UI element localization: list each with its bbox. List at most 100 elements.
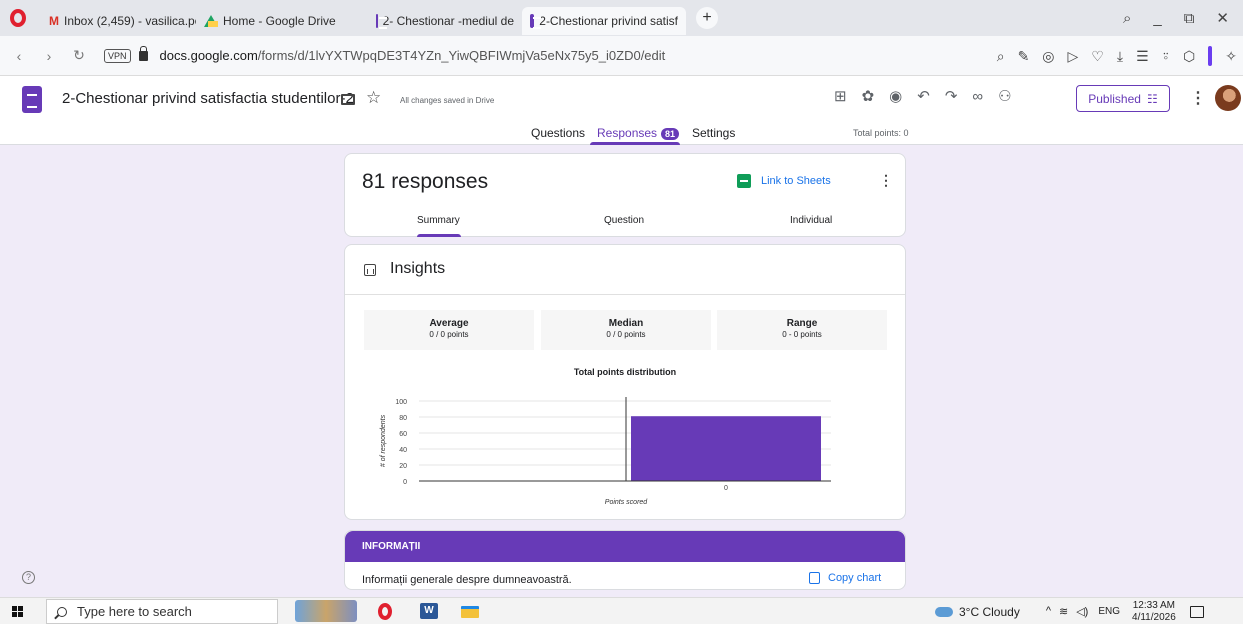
cloud-weather-icon [935, 606, 953, 617]
y-tick-label: 80 [399, 415, 407, 422]
preview-eye-icon[interactable]: ◉ [889, 87, 902, 105]
header-tools: ⊞ ✿ ◉ ↶ ↷ ∞ ⚇ [834, 87, 1012, 106]
url-field[interactable]: docs.google.com/forms/d/1lvYXTWpqDE3T4YZ… [160, 48, 666, 63]
y-tick-label: 100 [395, 399, 407, 406]
tab-chestionar-satisfactie[interactable]: 2-Chestionar privind satisf [522, 7, 686, 35]
word-taskbar-icon[interactable]: W [420, 603, 438, 619]
system-tray: 3°C Cloudy ^ ≋ ◁) ENG 12:33 AM 4/11/2026 [935, 598, 1204, 624]
address-bar: ‹ › ↻ VPN docs.google.com/forms/d/1lvYXT… [0, 36, 1243, 76]
tab-search-icon[interactable]: ⌕ [1123, 10, 1131, 27]
help-icon[interactable]: ? [22, 571, 35, 584]
tab-responses-label: Responses [597, 126, 658, 140]
opera-taskbar-icon[interactable] [378, 603, 392, 620]
clock[interactable]: 12:33 AM 4/11/2026 [1132, 600, 1176, 624]
responses-more-icon[interactable]: ⋮ [879, 172, 893, 189]
stat-label: Average [429, 318, 469, 329]
forward-icon[interactable]: › [38, 48, 60, 64]
subtab-question[interactable]: Question [604, 215, 644, 226]
notification-icon[interactable] [1189, 605, 1204, 618]
url-domain: docs.google.com [159, 48, 258, 63]
extensions-icon[interactable]: ⬡ [1183, 48, 1195, 65]
google-forms-logo-icon[interactable] [22, 86, 42, 113]
opera-menu-icon[interactable] [0, 0, 36, 36]
vpn-badge[interactable]: VPN [104, 48, 131, 63]
copy-chart-button[interactable]: Copy chart [809, 572, 881, 584]
easy-setup-icon[interactable]: ☰ [1136, 48, 1149, 65]
file-explorer-icon[interactable] [461, 606, 479, 618]
responses-count-title: 81 responses [362, 170, 489, 193]
palette-icon[interactable]: ✿ [862, 87, 875, 105]
undo-icon[interactable]: ↶ [917, 87, 930, 105]
speaker-icon[interactable]: ◁) [1076, 605, 1088, 618]
reload-icon[interactable]: ↻ [68, 47, 90, 64]
stat-label: Median [608, 318, 644, 329]
active-subtab-indicator [417, 234, 461, 237]
section-card: INFORMAȚII Informații generale despre du… [344, 530, 906, 590]
profile-icon[interactable]: ⍤ [1162, 48, 1170, 65]
back-icon[interactable]: ‹ [8, 48, 30, 64]
move-to-folder-icon[interactable] [341, 94, 355, 105]
tab-label: Home - Google Drive [223, 14, 336, 28]
link-to-sheets-button[interactable]: Link to Sheets [737, 174, 831, 188]
search-highlight-icon[interactable] [295, 600, 357, 622]
tab-settings[interactable]: Settings [692, 126, 735, 140]
star-icon[interactable]: ☆ [366, 88, 381, 108]
tab-google-drive[interactable]: Home - Google Drive [196, 7, 368, 35]
points-distribution-chart: 0 20 40 60 80 100 0 Points scored # of responden… [380, 397, 831, 506]
subtab-individual[interactable]: Individual [790, 215, 832, 226]
weather-text[interactable]: 3°C Cloudy [959, 605, 1020, 619]
stat-range: Range 0 - 0 points [717, 310, 887, 350]
stat-value: 0 - 0 points [782, 330, 822, 339]
more-options-icon[interactable]: ⋮ [1190, 88, 1206, 108]
save-status: All changes saved in Drive [400, 96, 495, 105]
ai-assistant-icon[interactable]: ✧ [1225, 48, 1237, 65]
tab-responses[interactable]: Responses 81 [597, 126, 680, 140]
download-icon[interactable]: ⤓ [1117, 48, 1123, 65]
close-icon[interactable]: ✕ [1216, 9, 1229, 27]
tab-gmail[interactable]: M Inbox (2,459) - vasilica.po| [36, 7, 196, 35]
camera-icon[interactable]: ◎ [1042, 48, 1054, 65]
language-indicator[interactable]: ENG [1098, 606, 1120, 617]
clock-time: 12:33 AM [1132, 599, 1176, 611]
responses-count-badge: 81 [661, 128, 680, 140]
insights-card: Insights Average 0 / 0 points Median 0 /… [344, 244, 906, 520]
copy-chart-label: Copy chart [828, 572, 882, 584]
subtab-summary[interactable]: Summary [417, 215, 460, 226]
insights-title: Insights [390, 260, 446, 277]
bar [631, 416, 821, 481]
tab-chestionar-mediul[interactable]: 2- Chestionar -mediul de [368, 7, 522, 35]
heart-icon[interactable]: ♡ [1091, 48, 1104, 65]
section-title: INFORMAȚII [362, 541, 421, 552]
total-points: Total points: 0 [853, 128, 909, 138]
link-to-sheets-label: Link to Sheets [761, 175, 831, 187]
stat-value: 0 / 0 points [429, 330, 469, 339]
lock-icon[interactable] [138, 45, 148, 61]
wifi-icon[interactable]: ≋ [1059, 605, 1068, 618]
gmail-icon: M [49, 14, 59, 28]
chevron-up-icon[interactable]: ^ [1046, 605, 1051, 618]
addons-icon[interactable]: ⊞ [834, 87, 847, 105]
tab-questions[interactable]: Questions [531, 126, 585, 140]
publish-settings-icon: ☷ [1146, 91, 1158, 106]
link-icon[interactable]: ∞ [972, 88, 983, 105]
published-button[interactable]: Published ☷ [1076, 85, 1170, 112]
stat-median: Median 0 / 0 points [541, 310, 711, 350]
chart-title: Total points distribution [573, 367, 677, 377]
minimize-icon[interactable]: _ [1153, 10, 1161, 27]
forms-header: 2-Chestionar privind satisfactia student… [0, 76, 1243, 145]
x-axis-label: Points scored [605, 499, 649, 506]
y-tick-label: 60 [399, 431, 407, 438]
add-collaborator-icon[interactable]: ⚇ [998, 87, 1011, 105]
new-tab-button[interactable]: + [696, 7, 718, 29]
restore-icon[interactable]: ⧉ [1184, 10, 1195, 27]
search-icon[interactable]: ⌕ [997, 48, 1005, 65]
edit-icon[interactable]: ✎ [1018, 48, 1030, 65]
taskbar-search-input[interactable]: Type here to search [46, 599, 278, 624]
redo-icon[interactable]: ↷ [945, 87, 958, 105]
form-title[interactable]: 2-Chestionar privind satisfactia student… [62, 90, 354, 107]
send-icon[interactable]: ▷ [1068, 48, 1079, 65]
avatar[interactable] [1215, 85, 1241, 111]
window-controls: ⌕ _ ⧉ ✕ [1123, 0, 1243, 36]
windows-start-icon[interactable] [12, 606, 24, 618]
google-forms-icon [376, 14, 385, 29]
